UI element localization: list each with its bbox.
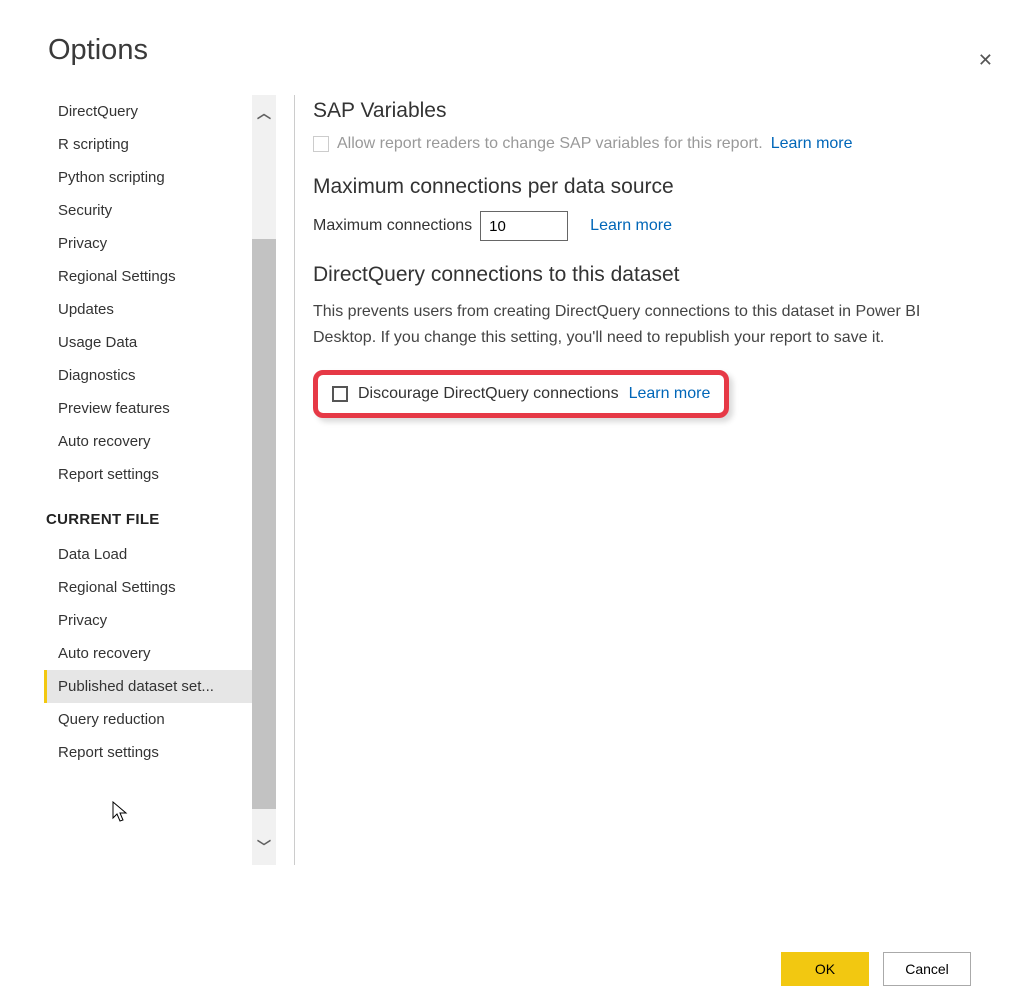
sidebar-item-global-11[interactable]: Report settings	[44, 458, 252, 491]
dq-description: This prevents users from creating Direct…	[313, 299, 971, 352]
sidebar-item-global-10[interactable]: Auto recovery	[44, 425, 252, 458]
sidebar-item-file-5[interactable]: Query reduction	[44, 703, 252, 736]
sidebar-item-file-1[interactable]: Regional Settings	[44, 571, 252, 604]
sidebar-item-global-3[interactable]: Security	[44, 194, 252, 227]
close-icon[interactable]: ✕	[978, 50, 993, 71]
dialog-footer: OK Cancel	[781, 952, 971, 986]
sidebar-item-file-0[interactable]: Data Load	[44, 538, 252, 571]
sidebar-item-global-5[interactable]: Regional Settings	[44, 260, 252, 293]
scrollbar-thumb[interactable]	[252, 239, 276, 809]
dq-heading: DirectQuery connections to this dataset	[313, 263, 971, 287]
dq-checkbox-label: Discourage DirectQuery connections	[358, 385, 619, 403]
options-content: SAP Variables Allow report readers to ch…	[313, 95, 1011, 865]
sidebar-item-global-0[interactable]: DirectQuery	[44, 95, 252, 128]
maxconn-heading: Maximum connections per data source	[313, 175, 971, 199]
sidebar-item-global-6[interactable]: Updates	[44, 293, 252, 326]
maxconn-input[interactable]	[480, 211, 568, 241]
sidebar-item-global-1[interactable]: R scripting	[44, 128, 252, 161]
sap-checkbox-label: Allow report readers to change SAP varia…	[337, 135, 763, 153]
options-body: DirectQueryR scriptingPython scriptingSe…	[44, 95, 1011, 865]
sidebar-item-file-4[interactable]: Published dataset set...	[44, 670, 252, 703]
dq-callout: Discourage DirectQuery connections Learn…	[313, 370, 729, 418]
sidebar-item-global-8[interactable]: Diagnostics	[44, 359, 252, 392]
ok-button[interactable]: OK	[781, 952, 869, 986]
vertical-divider	[294, 95, 295, 865]
sidebar-item-file-6[interactable]: Report settings	[44, 736, 252, 769]
chevron-down-icon[interactable]: ﹀	[252, 833, 276, 861]
sidebar-container: DirectQueryR scriptingPython scriptingSe…	[44, 95, 276, 865]
sidebar-item-global-4[interactable]: Privacy	[44, 227, 252, 260]
sidebar-item-global-2[interactable]: Python scripting	[44, 161, 252, 194]
sidebar-item-global-7[interactable]: Usage Data	[44, 326, 252, 359]
sidebar-item-file-2[interactable]: Privacy	[44, 604, 252, 637]
dialog-title: Options	[48, 34, 1011, 67]
chevron-up-icon[interactable]: ︿	[252, 99, 276, 127]
dq-learn-more-link[interactable]: Learn more	[629, 385, 711, 403]
maxconn-field-label: Maximum connections	[313, 217, 472, 235]
sidebar-section-current-file: CURRENT FILE	[44, 491, 252, 538]
dq-discourage-checkbox[interactable]	[332, 386, 348, 402]
sap-learn-more-link[interactable]: Learn more	[771, 135, 853, 153]
sap-allow-checkbox	[313, 136, 329, 152]
options-sidebar: DirectQueryR scriptingPython scriptingSe…	[44, 95, 252, 865]
sidebar-item-file-3[interactable]: Auto recovery	[44, 637, 252, 670]
sidebar-item-global-9[interactable]: Preview features	[44, 392, 252, 425]
sidebar-scrollbar[interactable]: ︿ ﹀	[252, 95, 276, 865]
sap-heading: SAP Variables	[313, 99, 971, 123]
maxconn-learn-more-link[interactable]: Learn more	[590, 217, 672, 235]
cancel-button[interactable]: Cancel	[883, 952, 971, 986]
